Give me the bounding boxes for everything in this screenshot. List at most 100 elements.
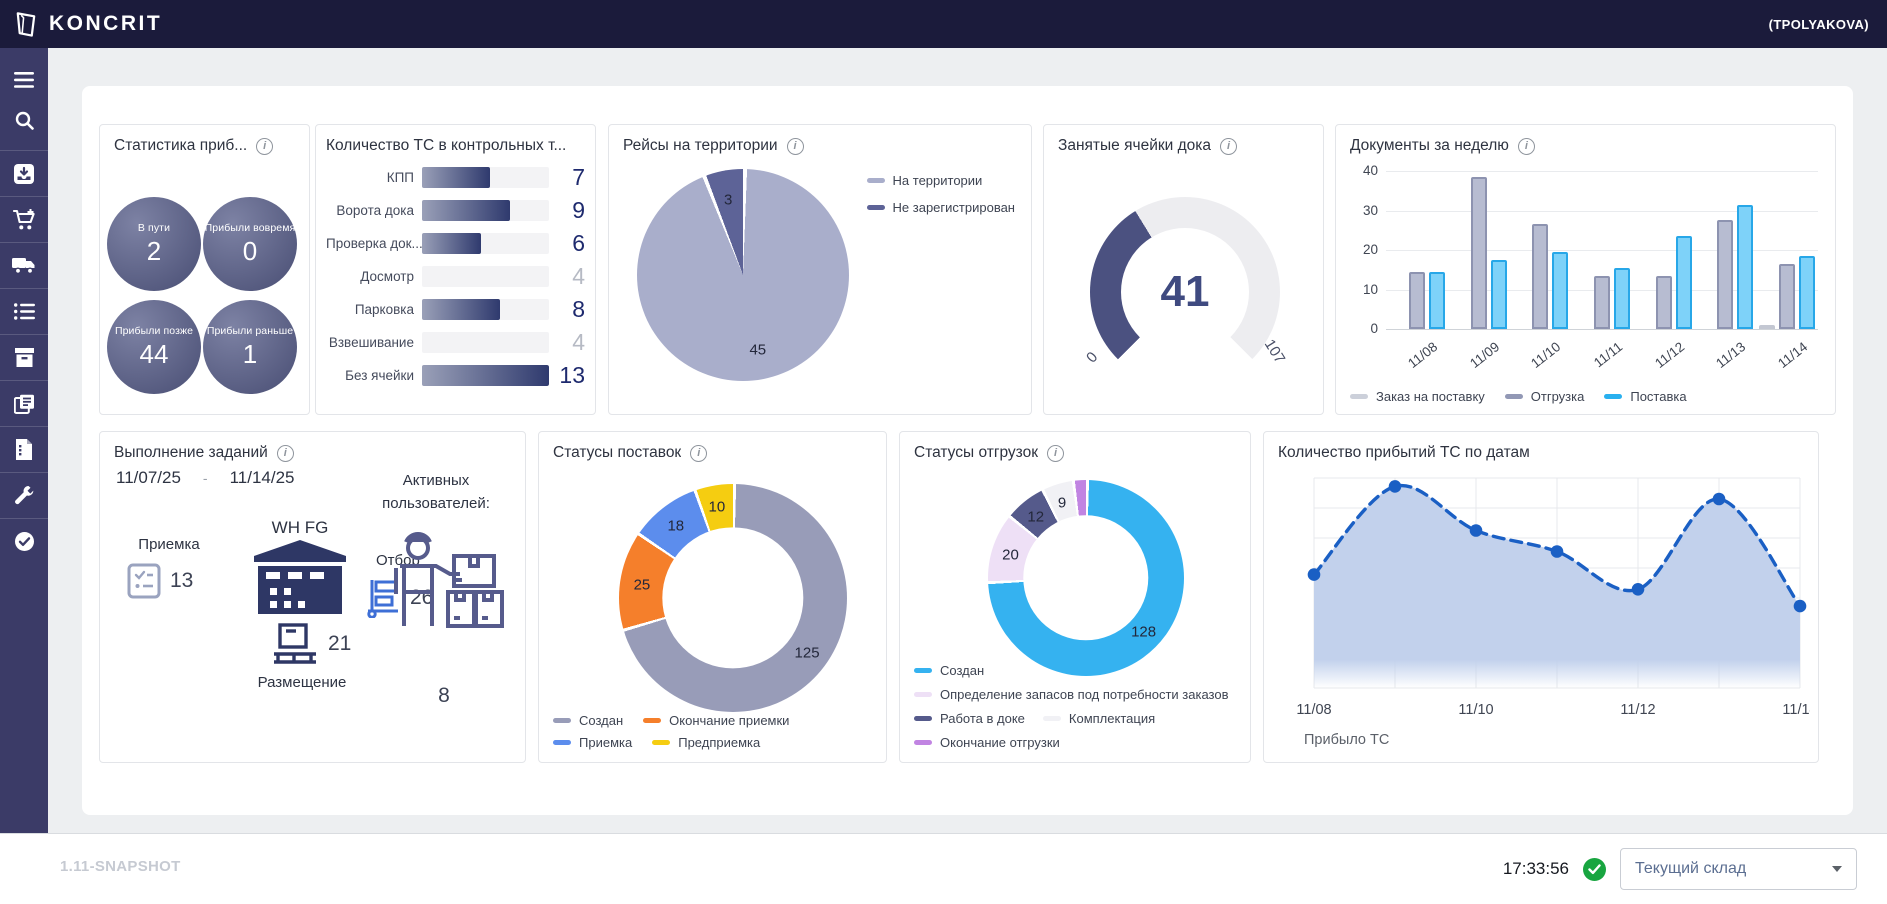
- legend-item[interactable]: Окончание отгрузки: [914, 735, 1060, 750]
- legend-item[interactable]: Определение запасов под потребности зака…: [914, 687, 1228, 702]
- y-tick-label: 40: [1350, 163, 1378, 178]
- bar-11/14[interactable]: [1799, 256, 1815, 329]
- current-user[interactable]: (TPOLYAKOVA): [1769, 17, 1869, 32]
- slice-value-label: 3: [724, 192, 732, 209]
- bar-11/14[interactable]: [1779, 264, 1795, 329]
- info-icon[interactable]: i: [1047, 445, 1064, 462]
- legend-item[interactable]: Комплектация: [1043, 711, 1155, 726]
- info-icon[interactable]: i: [256, 138, 273, 155]
- legend-marker: [1505, 394, 1523, 399]
- date-from[interactable]: 11/07/25: [116, 468, 181, 488]
- stat-value: 44: [140, 339, 169, 370]
- pallet-box-icon: [272, 622, 320, 666]
- active-users-label: Активных пользователей:: [352, 470, 520, 515]
- receiving-box-icon[interactable]: [0, 150, 48, 196]
- bar-11/08[interactable]: [1429, 272, 1445, 329]
- warehouse-select[interactable]: Текущий склад: [1620, 848, 1857, 890]
- stat-circle-late[interactable]: Прибыли позже 44: [107, 300, 201, 394]
- info-icon[interactable]: i: [690, 445, 707, 462]
- task-list-icon[interactable]: [0, 288, 48, 334]
- legend-label: На территории: [893, 173, 983, 188]
- info-icon[interactable]: i: [1220, 138, 1237, 155]
- slice-value-label: 18: [667, 517, 684, 534]
- bar-11/08[interactable]: [1409, 272, 1425, 329]
- bar-label: Ворота дока: [326, 203, 422, 218]
- card-title: Рейсы на территории: [623, 137, 778, 155]
- bar-11/10[interactable]: [1532, 224, 1548, 329]
- card-title: Занятые ячейки дока: [1058, 137, 1211, 155]
- check-circle-icon[interactable]: [0, 518, 48, 564]
- legend-marker: [553, 718, 571, 723]
- legend-item[interactable]: Создан: [914, 663, 984, 678]
- stat-circle-early[interactable]: Прибыли раньше 1: [203, 300, 297, 394]
- legend-item[interactable]: Заказ на поставку: [1350, 389, 1485, 404]
- bar-value: 4: [549, 329, 585, 356]
- bar-11/12[interactable]: [1676, 236, 1692, 329]
- legend-marker: [553, 740, 571, 745]
- y-tick-label: 30: [1350, 203, 1378, 218]
- truck-icon[interactable]: [0, 242, 48, 288]
- bar-fill: [422, 233, 481, 254]
- card-trips: Рейсы на территории i 453 На территорииН…: [608, 124, 1032, 415]
- card-documents-week: Документы за неделю i 01020304011/0811/0…: [1335, 124, 1836, 415]
- y-tick-label: 10: [1350, 282, 1378, 297]
- legend-marker: [1350, 394, 1368, 399]
- bar-11/12[interactable]: [1656, 276, 1672, 329]
- legend-item[interactable]: Приемка: [553, 735, 632, 750]
- bar-label: Без ячейки: [326, 368, 422, 383]
- legend-label: Приемка: [579, 735, 632, 750]
- legend-item[interactable]: Поставка: [1604, 389, 1686, 404]
- legend-item[interactable]: Окончание приемки: [643, 713, 789, 728]
- legend-item[interactable]: Предприемка: [652, 735, 760, 750]
- card-title: Выполнение заданий: [114, 444, 268, 462]
- info-icon[interactable]: i: [1518, 138, 1535, 155]
- legend-item[interactable]: Создан: [553, 713, 623, 728]
- legend-item[interactable]: На территории: [867, 173, 1015, 188]
- bar-11/10[interactable]: [1552, 252, 1568, 329]
- cart-plus-icon[interactable]: [0, 196, 48, 242]
- legend-item[interactable]: Работа в доке: [914, 711, 1025, 726]
- bar-11/13[interactable]: [1737, 205, 1753, 329]
- bar-11/11[interactable]: [1614, 268, 1630, 329]
- documents-icon[interactable]: [0, 380, 48, 426]
- tools-icon[interactable]: [0, 472, 48, 518]
- search-icon[interactable]: [0, 100, 48, 140]
- bar-11/11[interactable]: [1594, 276, 1610, 329]
- date-range[interactable]: 11/07/25 - 11/14/25: [116, 468, 295, 488]
- stat-circle-on-time[interactable]: Прибыли вовремя 0: [203, 197, 297, 291]
- version-label: 1.11-SNAPSHOT: [60, 858, 181, 875]
- date-to[interactable]: 11/14/25: [230, 468, 295, 488]
- invoice-file-icon[interactable]: [0, 426, 48, 472]
- bar-11/14[interactable]: [1759, 325, 1775, 329]
- dock-cells-gauge: 41 0 107: [1090, 197, 1280, 387]
- slice-value-label: 128: [1131, 624, 1156, 641]
- info-icon[interactable]: i: [277, 445, 294, 462]
- slice-value-label: 10: [709, 499, 726, 516]
- slice-value-label: 9: [1058, 494, 1066, 511]
- bar-fill: [422, 299, 500, 320]
- legend-item[interactable]: Не зарегистрирован: [867, 200, 1015, 215]
- legend-marker: [643, 718, 661, 723]
- menu-icon[interactable]: [0, 60, 48, 100]
- storage-box-icon[interactable]: [0, 334, 48, 380]
- svg-text:11/10: 11/10: [1458, 702, 1493, 718]
- brand-name: KONCRIT: [49, 12, 162, 36]
- stat-label: В пути: [138, 222, 170, 234]
- legend-marker: [1604, 394, 1622, 399]
- slice-value-label: 20: [1002, 546, 1019, 563]
- bar-11/09[interactable]: [1491, 260, 1507, 329]
- documents-legend: Заказ на поставку Отгрузка Поставка: [1350, 389, 1687, 404]
- bar-11/13[interactable]: [1717, 220, 1733, 329]
- svg-text:11/14: 11/14: [1782, 702, 1810, 718]
- bar-track: [422, 332, 549, 353]
- legend-label: Определение запасов под потребности зака…: [940, 687, 1228, 702]
- legend-item[interactable]: Отгрузка: [1505, 389, 1585, 404]
- brand[interactable]: KONCRIT: [12, 9, 162, 39]
- card-delivery-statuses: Статусы поставок i 125251810 СозданОконч…: [538, 431, 887, 763]
- stat-circle-in-transit[interactable]: В пути 2: [107, 197, 201, 291]
- legend-label: Окончание отгрузки: [940, 735, 1060, 750]
- receiving-label: Приемка: [124, 536, 214, 553]
- bar-11/09[interactable]: [1471, 177, 1487, 329]
- info-icon[interactable]: i: [787, 138, 804, 155]
- card-shipment-statuses: Статусы отгрузок i 12820129 СозданОпреде…: [899, 431, 1251, 763]
